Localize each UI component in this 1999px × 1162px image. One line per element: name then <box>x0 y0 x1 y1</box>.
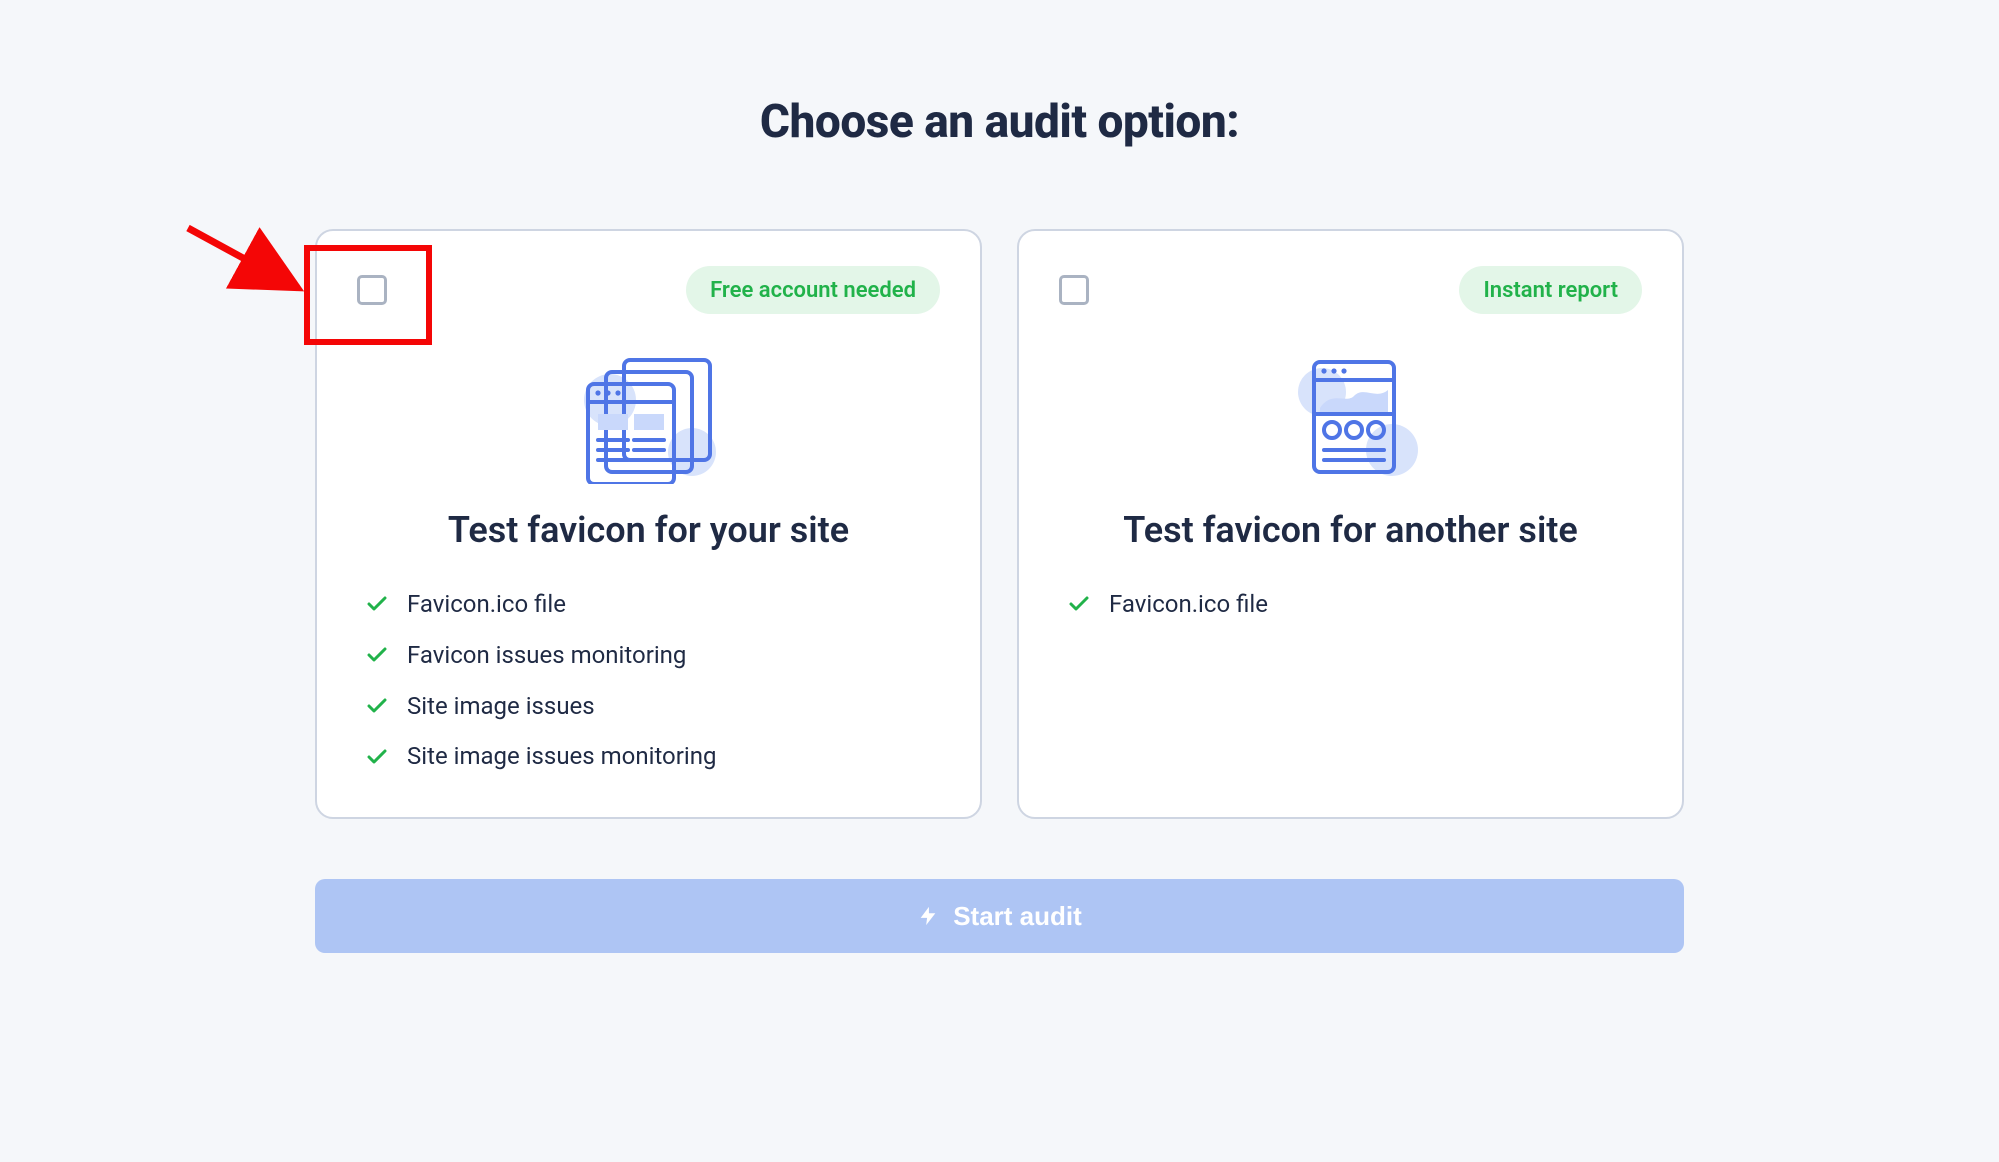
page-title: Choose an audit option: <box>314 95 1685 149</box>
options-row: Free account needed <box>314 229 1685 819</box>
feature-item: Favicon.ico file <box>1067 579 1642 630</box>
feature-item: Favicon.ico file <box>365 579 940 630</box>
check-icon <box>1067 592 1091 616</box>
illustration-single-page <box>1059 339 1642 499</box>
card-title-another-site: Test favicon for another site <box>1059 509 1642 551</box>
annotation-arrow <box>180 220 320 310</box>
check-icon <box>365 694 389 718</box>
badge-free-account: Free account needed <box>686 266 940 314</box>
illustration-multiple-pages <box>357 339 940 499</box>
badge-instant-report: Instant report <box>1459 266 1642 314</box>
checkbox-your-site[interactable] <box>357 275 387 305</box>
feature-label: Site image issues monitoring <box>407 742 716 771</box>
feature-item: Site image issues <box>365 681 940 732</box>
bolt-icon <box>917 905 939 927</box>
option-card-another-site[interactable]: Instant report <box>1017 229 1684 819</box>
feature-list-your-site: Favicon.ico file Favicon issues monitori… <box>357 579 940 782</box>
multi-page-icon <box>574 354 724 484</box>
check-icon <box>365 592 389 616</box>
checkbox-another-site[interactable] <box>1059 275 1089 305</box>
start-audit-button[interactable]: Start audit <box>315 879 1684 953</box>
feature-label: Favicon issues monitoring <box>407 641 686 670</box>
check-icon <box>365 643 389 667</box>
feature-label: Favicon.ico file <box>407 590 566 619</box>
feature-label: Favicon.ico file <box>1109 590 1268 619</box>
feature-item: Favicon issues monitoring <box>365 630 940 681</box>
check-icon <box>365 745 389 769</box>
feature-item: Site image issues monitoring <box>365 731 940 782</box>
start-audit-label: Start audit <box>953 901 1082 932</box>
feature-label: Site image issues <box>407 692 595 721</box>
option-card-your-site[interactable]: Free account needed <box>315 229 982 819</box>
card-header: Free account needed <box>357 266 940 314</box>
feature-list-another-site: Favicon.ico file <box>1059 579 1642 630</box>
card-header: Instant report <box>1059 266 1642 314</box>
single-page-icon <box>1276 354 1426 484</box>
card-title-your-site: Test favicon for your site <box>357 509 940 551</box>
